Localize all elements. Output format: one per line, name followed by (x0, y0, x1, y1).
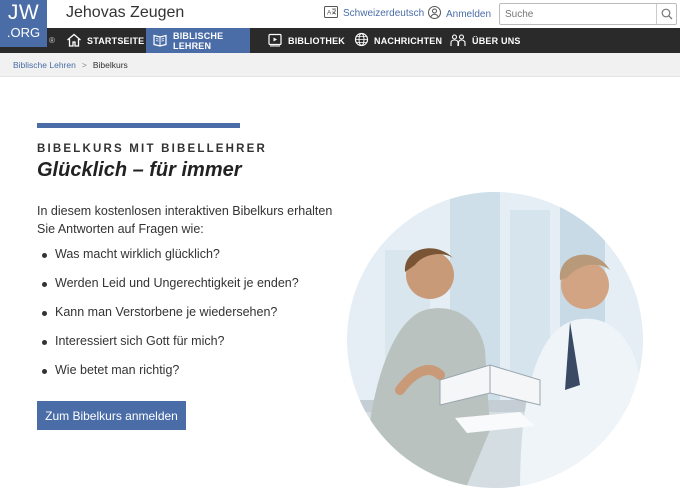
list-item: Kann man Verstorbene je wiedersehen? (37, 305, 299, 334)
login-label: Anmelden (446, 8, 492, 20)
main-nav: ® STARTSEITE BIBLISCHE LEHREN BIBLIOTHEK… (0, 28, 680, 53)
nav-item-label: NACHRICHTEN (374, 35, 443, 46)
home-icon (66, 33, 82, 49)
logo-line-1: JW (7, 1, 40, 24)
globe-icon (354, 32, 369, 49)
list-item: Wie betet man richtig? (37, 363, 299, 392)
nav-item-startseite[interactable]: STARTSEITE (60, 28, 150, 53)
breadcrumb-link-biblische-lehren[interactable]: Biblische Lehren (13, 60, 76, 70)
list-item: Interessiert sich Gott für mich? (37, 334, 299, 363)
language-icon: A (324, 6, 338, 21)
search-button[interactable] (656, 4, 676, 24)
nav-item-label: BIBLISCHE LEHREN (173, 30, 224, 51)
svg-text:A: A (327, 10, 332, 17)
people-icon (450, 33, 467, 49)
library-icon (267, 33, 283, 49)
bible-study-illustration (345, 190, 645, 490)
breadcrumb: Biblische Lehren > Bibelkurs (0, 53, 680, 77)
nav-item-label: STARTSEITE (87, 35, 145, 46)
breadcrumb-current: Bibelkurs (92, 59, 128, 70)
nav-item-biblische-lehren[interactable]: BIBLISCHE LEHREN (146, 28, 250, 53)
user-icon (428, 6, 441, 22)
intro-text: In diesem kostenlosen interaktiven Bibel… (37, 204, 333, 236)
signup-bible-course-button[interactable]: Zum Bibelkurs anmelden (37, 401, 186, 430)
nav-item-nachrichten[interactable]: NACHRICHTEN (348, 28, 448, 53)
section-kicker: BIBELKURS MIT BIBELLEHRER (37, 143, 268, 155)
language-label: Schweizerdeutsch (343, 8, 425, 19)
accent-line (37, 123, 240, 128)
nav-item-label: BIBLIOTHEK (288, 35, 345, 46)
jw-org-logo[interactable]: JW .ORG (0, 0, 47, 47)
logo-line-2: .ORG (6, 25, 41, 40)
nav-item-bibliothek[interactable]: BIBLIOTHEK (261, 28, 351, 53)
site-title[interactable]: Jehovas Zeugen (66, 4, 184, 22)
list-item: Werden Leid und Ungerechtigkeit je enden… (37, 276, 299, 305)
language-selector[interactable]: A Schweizerdeutsch (324, 6, 424, 21)
login-link[interactable]: Anmelden (428, 6, 491, 22)
list-item: Was macht wirklich glücklich? (37, 247, 299, 276)
search-icon (661, 5, 673, 24)
nav-item-ueber-uns[interactable]: ÜBER UNS (444, 28, 527, 53)
top-bar: JW .ORG Jehovas Zeugen A Schweizerdeutsc… (0, 0, 680, 47)
page-title: Glücklich – für immer (37, 159, 242, 181)
search-input[interactable] (500, 4, 656, 24)
nav-item-label: ÜBER UNS (472, 35, 521, 46)
registered-mark: ® (49, 36, 55, 45)
bible-icon (152, 33, 168, 49)
question-list: Was macht wirklich glücklich? Werden Lei… (37, 247, 299, 392)
breadcrumb-separator: > (81, 59, 87, 70)
search-box (499, 3, 677, 25)
